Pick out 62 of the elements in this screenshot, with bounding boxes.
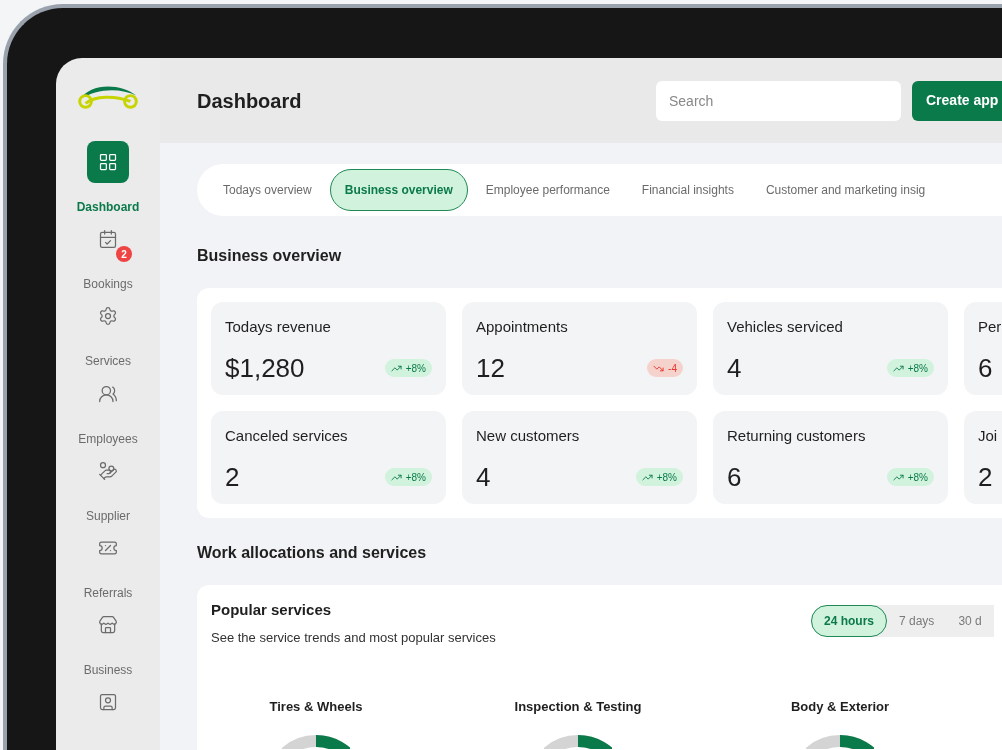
- grid-icon: [98, 152, 118, 173]
- range-option[interactable]: 30 d: [946, 605, 994, 637]
- card-title: Popular services: [211, 600, 332, 620]
- hand-coins-icon: [98, 460, 118, 481]
- stat-label: New customers: [476, 426, 580, 446]
- stat-value: 12: [476, 351, 505, 385]
- calendar-icon: [98, 229, 118, 250]
- service-name: Tires & Wheels: [269, 698, 363, 716]
- stat-label: Todays revenue: [225, 317, 331, 337]
- change-badge: -4: [647, 359, 683, 377]
- create-button[interactable]: Create app: [912, 80, 1002, 121]
- stat-label: Appointments: [476, 317, 568, 337]
- card-subtitle: See the service trends and most popular services: [211, 628, 496, 647]
- sidebar-label: Bookings: [83, 276, 133, 294]
- sidebar-item[interactable]: Business: [60, 603, 156, 681]
- range-option[interactable]: 24 hours: [811, 605, 887, 637]
- sidebar-label: Employees: [78, 430, 138, 448]
- sidebar-label: Business: [83, 661, 133, 679]
- sidebar-label: Dashboard: [76, 199, 140, 217]
- tab[interactable]: Business overview: [329, 169, 468, 211]
- stat-value: 4: [476, 460, 491, 494]
- sidebar-item[interactable]: Referrals: [60, 526, 156, 604]
- sidebar-label: Services: [85, 353, 131, 371]
- sidebar-item[interactable]: Supplier: [60, 449, 156, 527]
- change-badge: +8%: [635, 468, 683, 486]
- tab[interactable]: Financial insights: [627, 169, 748, 211]
- sidebar-label: Supplier: [86, 507, 130, 525]
- sidebar-item[interactable]: Services: [60, 295, 156, 373]
- change-badge: +8%: [384, 359, 432, 377]
- section-title: Business overview: [197, 246, 342, 266]
- change-badge: +8%: [886, 468, 934, 486]
- stat-label: Per: [978, 317, 1002, 337]
- stat-value: 4: [727, 351, 742, 385]
- tab[interactable]: Customer and marketing insig: [751, 169, 940, 211]
- settings-icon: [98, 306, 118, 327]
- sidebar-item[interactable]: Dashboard: [60, 141, 156, 219]
- change-badge: +8%: [384, 468, 432, 486]
- sidebar-label: Referrals: [83, 584, 133, 602]
- store-icon: [98, 614, 118, 635]
- sidebar-item[interactable]: 2 Bookings: [60, 218, 156, 296]
- stat-label: Vehicles serviced: [727, 317, 843, 337]
- stat-label: Joi: [978, 426, 998, 446]
- section-title: Work allocations and services: [197, 543, 427, 563]
- stat-value: 2: [978, 460, 993, 494]
- stat-value: $1,280: [225, 351, 305, 385]
- search-field[interactable]: Search: [656, 80, 901, 121]
- tab[interactable]: Employee performance: [471, 169, 624, 211]
- stat-value: 2: [225, 460, 240, 494]
- user-card-icon: [98, 691, 118, 712]
- service-name: Body & Exterior: [790, 698, 890, 716]
- stat-value: 6: [727, 460, 742, 494]
- change-badge: +8%: [886, 359, 934, 377]
- stat-label: Returning customers: [727, 426, 866, 446]
- page-title: Dashboard: [197, 88, 303, 114]
- sidebar-item[interactable]: Employees: [60, 372, 156, 450]
- range-option[interactable]: 7 days: [887, 605, 947, 637]
- stat-value: 6: [978, 351, 993, 385]
- users-icon: [98, 383, 118, 404]
- stat-label: Canceled services: [225, 426, 348, 446]
- tab[interactable]: Todays overview: [209, 169, 326, 211]
- service-name: Inspection & Testing: [514, 698, 642, 716]
- count-badge: 2: [116, 246, 132, 263]
